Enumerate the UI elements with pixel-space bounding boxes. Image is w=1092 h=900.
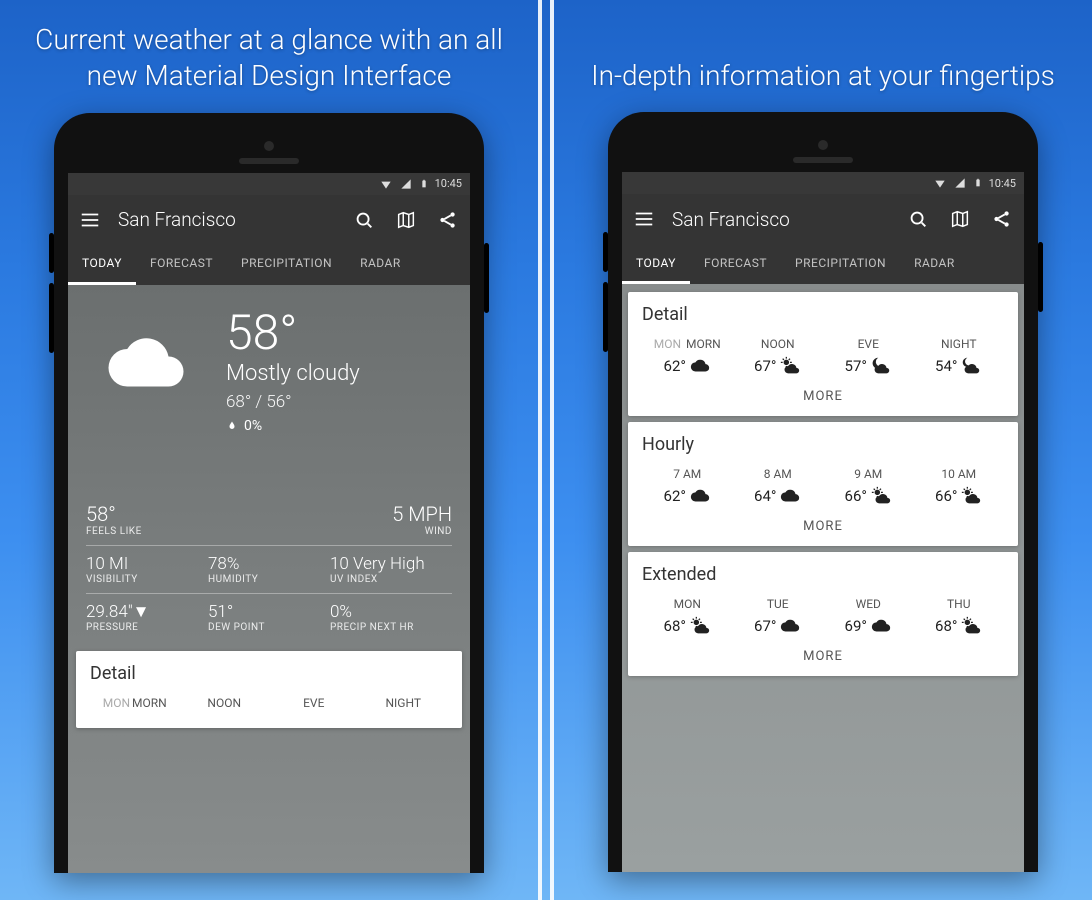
more-button[interactable]: MORE: [642, 389, 1004, 404]
location-title[interactable]: San Francisco: [672, 208, 890, 231]
precip-value: 0%: [244, 418, 262, 434]
current-weather-hero: 58° Mostly cloudy 68° / 56° 0% 58°FEELS …: [68, 285, 470, 873]
forecast-col: NIGHT54°: [914, 337, 1005, 377]
tab-forecast[interactable]: FORECAST: [690, 244, 781, 284]
share-icon: [437, 209, 459, 231]
wifi-icon: [933, 176, 947, 190]
map-icon: [395, 209, 417, 231]
partly-icon: [960, 485, 982, 507]
search-button[interactable]: [904, 205, 932, 233]
forecast-col: 7 AM62°: [642, 467, 733, 507]
battery-icon: [973, 176, 983, 190]
drop-icon: [226, 420, 238, 432]
tab-precipitation[interactable]: PRECIPITATION: [227, 245, 346, 285]
search-button[interactable]: [350, 206, 378, 234]
forecast-col: MON68°: [642, 597, 733, 637]
cloud-icon: [779, 485, 801, 507]
tab-bar: TODAY FORECAST PRECIPITATION RADAR: [622, 244, 1024, 284]
map-icon: [949, 208, 971, 230]
partly-icon: [960, 615, 982, 637]
app-bar: San Francisco: [68, 195, 470, 245]
cards-scroll[interactable]: Detail MON MORN62°NOON67°EVE57°NIGHT54° …: [622, 284, 1024, 872]
phone-frame-right: 10:45 San Francisco TODAY FORECAST PRECI…: [608, 112, 1038, 872]
stat-uv: 10 Very HighUV INDEX: [330, 554, 452, 585]
night-cloud-icon: [960, 355, 982, 377]
stat-pressure: 29.84"▼PRESSURE: [86, 602, 208, 633]
location-title[interactable]: San Francisco: [118, 208, 336, 231]
share-icon: [991, 208, 1013, 230]
partly-icon: [689, 615, 711, 637]
forecast-col: NOON67°: [733, 337, 824, 377]
extended-card[interactable]: Extended MON68°TUE67°WED69°THU68° MORE: [628, 552, 1018, 676]
share-button[interactable]: [434, 206, 462, 234]
current-condition: Mostly cloudy: [226, 361, 360, 386]
card-title: Hourly: [642, 434, 1004, 455]
share-button[interactable]: [988, 205, 1016, 233]
card-title: Detail: [90, 663, 448, 684]
more-button[interactable]: MORE: [642, 519, 1004, 534]
tab-today[interactable]: TODAY: [68, 245, 136, 285]
menu-button[interactable]: [76, 206, 104, 234]
cloud-icon: [870, 615, 892, 637]
tab-bar: TODAY FORECAST PRECIPITATION RADAR: [68, 245, 470, 285]
cloud-icon: [779, 615, 801, 637]
tab-radar[interactable]: RADAR: [900, 244, 969, 284]
forecast-col: THU68°: [914, 597, 1005, 637]
tab-precipitation[interactable]: PRECIPITATION: [781, 244, 900, 284]
partly-icon: [870, 485, 892, 507]
stat-visibility: 10 MIVISIBILITY: [86, 554, 208, 585]
stat-feels-like: 58°FEELS LIKE: [86, 502, 269, 537]
precip-chance: 0%: [226, 418, 360, 434]
phone-frame-left: 10:45 San Francisco TODAY FORECAST PRECI…: [54, 113, 484, 873]
wifi-icon: [379, 177, 393, 191]
caption-right: In-depth information at your fingertips: [561, 0, 1085, 104]
partly-icon: [779, 355, 801, 377]
map-button[interactable]: [392, 206, 420, 234]
detail-card[interactable]: Detail MON MORN62°NOON67°EVE57°NIGHT54° …: [628, 292, 1018, 416]
status-time: 10:45: [989, 177, 1016, 190]
menu-icon: [79, 209, 101, 231]
tab-radar[interactable]: RADAR: [346, 245, 415, 285]
forecast-col: 8 AM64°: [733, 467, 824, 507]
search-icon: [907, 208, 929, 230]
forecast-col: WED69°: [823, 597, 914, 637]
stat-wind: 5 MPHWIND: [269, 502, 452, 537]
signal-icon: [953, 176, 967, 190]
detail-card-peek[interactable]: Detail MONMORN NOON EVE NIGHT: [76, 651, 462, 728]
weather-icon: [86, 309, 206, 409]
tab-today[interactable]: TODAY: [622, 244, 690, 284]
current-temp: 58°: [226, 309, 360, 357]
stat-humidity: 78%HUMIDITY: [208, 554, 330, 585]
battery-icon: [419, 177, 429, 191]
app-bar: San Francisco: [622, 194, 1024, 244]
status-bar: 10:45: [622, 172, 1024, 194]
map-button[interactable]: [946, 205, 974, 233]
status-time: 10:45: [435, 177, 462, 190]
caption-left: Current weather at a glance with an all …: [0, 0, 538, 105]
hourly-card[interactable]: Hourly 7 AM62°8 AM64°9 AM66°10 AM66° MOR…: [628, 422, 1018, 546]
stat-precip-next-hr: 0%PRECIP NEXT HR: [330, 602, 452, 633]
forecast-col: 9 AM66°: [823, 467, 914, 507]
cloud-icon: [689, 355, 711, 377]
card-title: Extended: [642, 564, 1004, 585]
forecast-col: TUE67°: [733, 597, 824, 637]
search-icon: [353, 209, 375, 231]
cloud-icon: [689, 485, 711, 507]
menu-button[interactable]: [630, 205, 658, 233]
more-button[interactable]: MORE: [642, 649, 1004, 664]
night-partly-icon: [870, 355, 892, 377]
menu-icon: [633, 208, 655, 230]
forecast-col: 10 AM66°: [914, 467, 1005, 507]
status-bar: 10:45: [68, 173, 470, 195]
forecast-col: EVE57°: [823, 337, 914, 377]
signal-icon: [399, 177, 413, 191]
tab-forecast[interactable]: FORECAST: [136, 245, 227, 285]
stat-dewpoint: 51°DEW POINT: [208, 602, 330, 633]
card-title: Detail: [642, 304, 1004, 325]
temp-range: 68° / 56°: [226, 392, 360, 412]
forecast-col: MON MORN62°: [642, 337, 733, 377]
